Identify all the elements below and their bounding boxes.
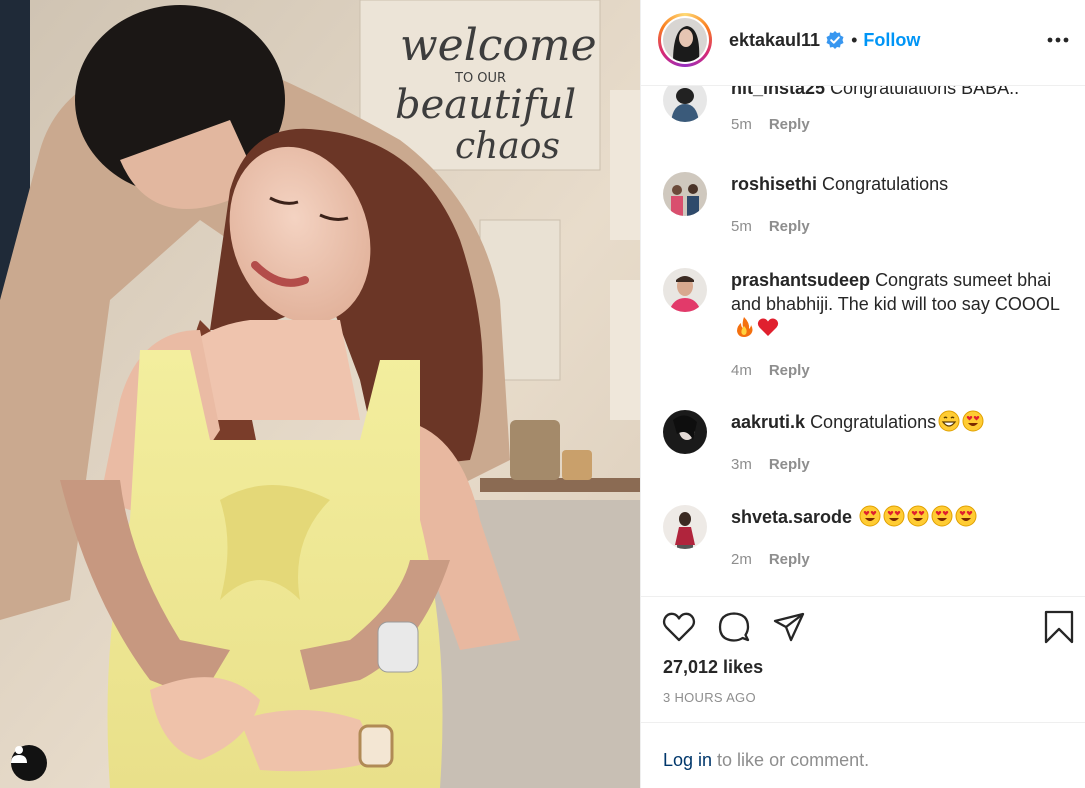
reply-button[interactable]: Reply (769, 362, 810, 379)
login-link[interactable]: Log in (663, 750, 712, 770)
comment-text: Congratulations (810, 412, 937, 432)
avatar (663, 18, 707, 62)
heart-icon[interactable] (661, 609, 697, 645)
post-username[interactable]: ektakaul11 (729, 30, 820, 51)
reply-button[interactable]: Reply (769, 456, 810, 473)
post-photo-illustration: welcome TO OUR beautiful chaos (0, 0, 640, 788)
heart-eyes-emoji-icon (955, 505, 977, 527)
red-heart-emoji-icon (757, 318, 779, 336)
divider (641, 596, 1085, 597)
comment-username[interactable]: hit_insta25 (731, 86, 825, 98)
user-tag-button[interactable] (11, 745, 47, 781)
post-side-panel: ektakaul11 • Follow hit_insta25 Congratu… (640, 0, 1085, 788)
comment-username[interactable]: aakruti.k (731, 412, 805, 432)
share-icon[interactable] (771, 609, 807, 645)
avatar[interactable] (663, 410, 707, 454)
fire-emoji-icon (737, 317, 753, 337)
login-prompt: Log in to like or comment. (663, 750, 869, 771)
post-photo[interactable]: welcome TO OUR beautiful chaos (0, 0, 640, 788)
comment-text: Congratulations (822, 174, 949, 194)
separator-dot: • (851, 29, 858, 50)
comment-time: 3m (731, 456, 752, 473)
heart-eyes-emoji-row (857, 505, 977, 527)
heart-eyes-emoji-icon (931, 505, 953, 527)
story-avatar[interactable] (658, 13, 712, 67)
comment-time: 2m (731, 551, 752, 568)
divider (641, 722, 1085, 723)
post-timestamp[interactable]: 3 HOURS AGO (663, 690, 756, 705)
comment-icon[interactable] (716, 609, 752, 645)
comment-text: Congratulations BABA.. (830, 86, 1020, 98)
user-icon (11, 746, 27, 763)
login-prompt-text: to like or comment. (712, 750, 870, 770)
comment-username[interactable]: shveta.sarode (731, 507, 852, 527)
heart-eyes-emoji-icon (883, 505, 905, 527)
avatar[interactable] (663, 268, 707, 312)
reply-button[interactable]: Reply (769, 218, 810, 235)
comment-time: 5m (731, 218, 752, 235)
grinning-face-emoji-icon (938, 410, 960, 432)
comment-username[interactable]: roshisethi (731, 174, 817, 194)
more-options-icon[interactable] (1046, 28, 1070, 52)
avatar[interactable] (663, 172, 707, 216)
comment-username[interactable]: prashantsudeep (731, 270, 870, 290)
heart-eyes-emoji-icon (962, 410, 984, 432)
post-actions-bar (661, 609, 1074, 645)
reply-button[interactable]: Reply (769, 116, 810, 133)
sign-text-beautiful: beautiful (395, 82, 576, 128)
post-header: ektakaul11 • Follow (641, 0, 1085, 86)
verified-badge-icon (826, 31, 844, 49)
comments-list[interactable]: hit_insta25 Congratulations BABA.. 5m Re… (641, 86, 1085, 596)
likes-count[interactable]: 27,012 likes (663, 657, 763, 678)
heart-eyes-emoji-icon (907, 505, 929, 527)
bookmark-icon[interactable] (1041, 609, 1077, 645)
avatar[interactable] (663, 505, 707, 549)
comment-time: 5m (731, 116, 752, 133)
reply-button[interactable]: Reply (769, 551, 810, 568)
sign-text-welcome: welcome (400, 20, 597, 71)
avatar[interactable] (663, 86, 707, 122)
heart-eyes-emoji-icon (859, 505, 881, 527)
sign-text-chaos: chaos (455, 126, 560, 167)
follow-button[interactable]: Follow (863, 30, 920, 51)
comment-time: 4m (731, 362, 752, 379)
